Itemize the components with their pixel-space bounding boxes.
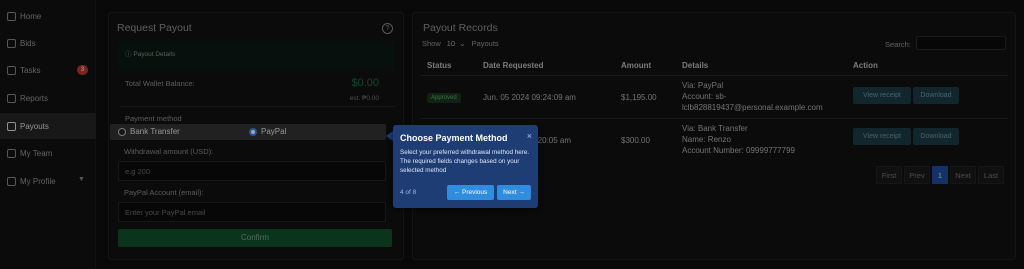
sidebar: Home Bids Tasks 3 Reports Payouts My Tea… [0,0,96,269]
sidebar-item-payouts[interactable]: Payouts [0,113,96,139]
sidebar-item-label: Home [20,11,42,21]
payout-details-box: ⓘ Payout Details [119,41,395,71]
page-size-select[interactable]: 10 ⌄ [447,39,466,48]
sidebar-item-label: Bids [20,38,36,48]
tour-next-button[interactable]: Next → [497,185,531,200]
sidebar-item-my-team[interactable]: My Team [0,140,96,166]
home-icon [7,11,16,21]
withdrawal-amount-input[interactable]: e.g 200 [118,161,386,181]
payouts-icon [7,121,16,131]
show-entries-control: Show 10 ⌄ Payouts [422,39,499,48]
pagination-page-1[interactable]: 1 [932,166,948,184]
bank-transfer-radio[interactable] [118,128,126,136]
close-icon[interactable]: × [527,131,532,141]
column-header-amount[interactable]: Amount [621,61,651,70]
sidebar-item-label: Tasks [20,65,41,75]
paypal-account-label: PayPal Account (email): [124,188,204,197]
withdrawal-amount-label: Withdrawal amount (USD): [124,147,214,156]
divider [119,106,395,107]
view-receipt-button[interactable]: View receipt [853,87,911,104]
sidebar-item-label: My Profile [20,176,56,186]
reports-icon [7,93,16,103]
details-line: Account Number: 09999777799 [682,146,795,155]
sidebar-item-label: Payouts [20,121,49,131]
tour-previous-button[interactable]: ← Previous [447,185,494,200]
column-header-date[interactable]: Date Requested [483,61,543,70]
sidebar-item-tasks[interactable]: Tasks 3 [0,57,96,83]
details-line: Via: PayPal [682,81,724,90]
payout-details-label: Payout Details [133,51,176,58]
sidebar-item-label: My Team [20,148,53,158]
tour-pointer [386,131,393,141]
view-receipt-button[interactable]: View receipt [853,128,911,145]
pagination-next[interactable]: Next [950,166,976,184]
column-header-status[interactable]: Status [427,61,451,70]
app-root: Home Bids Tasks 3 Reports Payouts My Tea… [0,0,1024,269]
amount-cell: $300.00 [621,136,650,145]
details-line: Name: Renzo [682,135,731,144]
confirm-button[interactable]: Confirm [118,229,392,247]
pagination-prev[interactable]: Prev [904,166,930,184]
bank-transfer-label[interactable]: Bank Transfer [130,127,180,136]
sidebar-item-reports[interactable]: Reports [0,85,96,111]
panel-title: Payout Records [423,22,498,34]
sidebar-item-my-profile[interactable]: My Profile ▼ [0,168,96,194]
column-header-action[interactable]: Action [853,61,878,70]
team-icon [7,148,16,158]
chevron-down-icon: ▼ [78,176,85,183]
search-input[interactable] [916,36,1006,50]
amount-cell: $1,195.00 [621,93,657,102]
wallet-balance-amount: $0.00 [351,77,379,89]
tour-title: Choose Payment Method [400,133,508,143]
wallet-balance-label: Total Wallet Balance: [125,79,195,88]
paypal-label[interactable]: PayPal [261,127,286,136]
details-line: Account: sb- [682,92,727,101]
pagination-first[interactable]: First [876,166,902,184]
sidebar-item-home[interactable]: Home [0,3,96,29]
bids-icon [7,38,16,48]
paypal-email-input[interactable]: Enter your PayPal email [118,202,386,222]
tour-popover: Choose Payment Method × Select your pref… [393,125,538,208]
search-label: Search: [885,40,911,49]
download-button[interactable]: Download [913,87,959,104]
tasks-count-badge: 3 [77,65,88,75]
show-label: Show [422,39,441,48]
pagination-last[interactable]: Last [978,166,1004,184]
tour-step-counter: 4 of 8 [400,189,417,196]
download-button[interactable]: Download [913,128,959,145]
table-header-divider [420,75,1008,76]
payment-method-options: Bank Transfer PayPal [110,124,386,140]
details-line: lclb828819437@personal.example.com [682,103,823,112]
tasks-icon [7,65,16,75]
sidebar-item-bids[interactable]: Bids [0,30,96,56]
wallet-balance-estimate: est. ₱0.00 [349,95,379,102]
payment-method-label: Payment method [125,114,182,123]
entries-label: Payouts [471,39,499,48]
column-header-details[interactable]: Details [682,61,708,70]
row-divider [420,118,1008,119]
paypal-radio[interactable] [249,128,257,136]
sidebar-item-label: Reports [20,93,49,103]
profile-icon [7,176,16,186]
date-cell: Jun. 05 2024 09:24:09 am [483,93,576,102]
tour-description: Select your preferred withdrawal method … [400,149,530,174]
help-icon[interactable]: ? [382,23,393,34]
panel-title: Request Payout [117,22,192,34]
status-badge: Approved [427,93,461,103]
details-line: Via: Bank Transfer [682,124,748,133]
